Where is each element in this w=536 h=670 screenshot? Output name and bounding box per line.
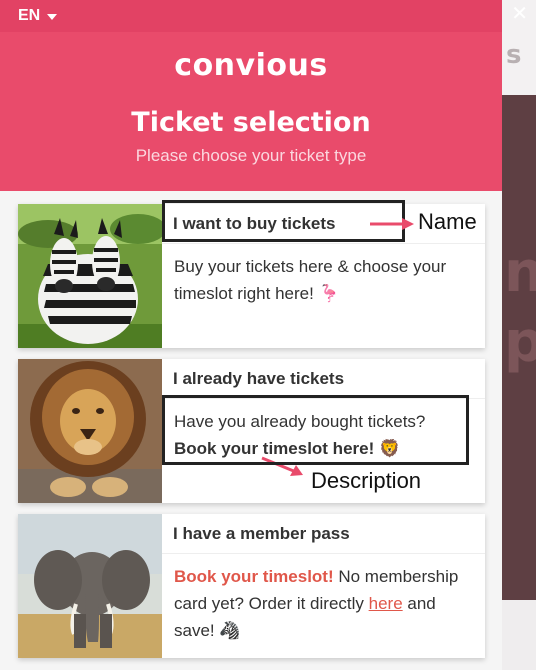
ticket-selection-modal: EN convious Ticket selection Please choo…	[0, 0, 502, 670]
description-annotation-box	[162, 395, 469, 465]
name-annotation-label: Name	[418, 209, 477, 234]
background-text: n	[504, 240, 536, 305]
background-text: p	[504, 310, 536, 375]
close-icon[interactable]: ✕	[511, 2, 528, 24]
annotation-arrows	[261, 218, 414, 476]
background-page: s n p ✕	[502, 0, 536, 670]
description-annotation-label: Description	[311, 468, 422, 493]
background-text: s	[506, 40, 522, 70]
background-footer	[502, 600, 536, 670]
